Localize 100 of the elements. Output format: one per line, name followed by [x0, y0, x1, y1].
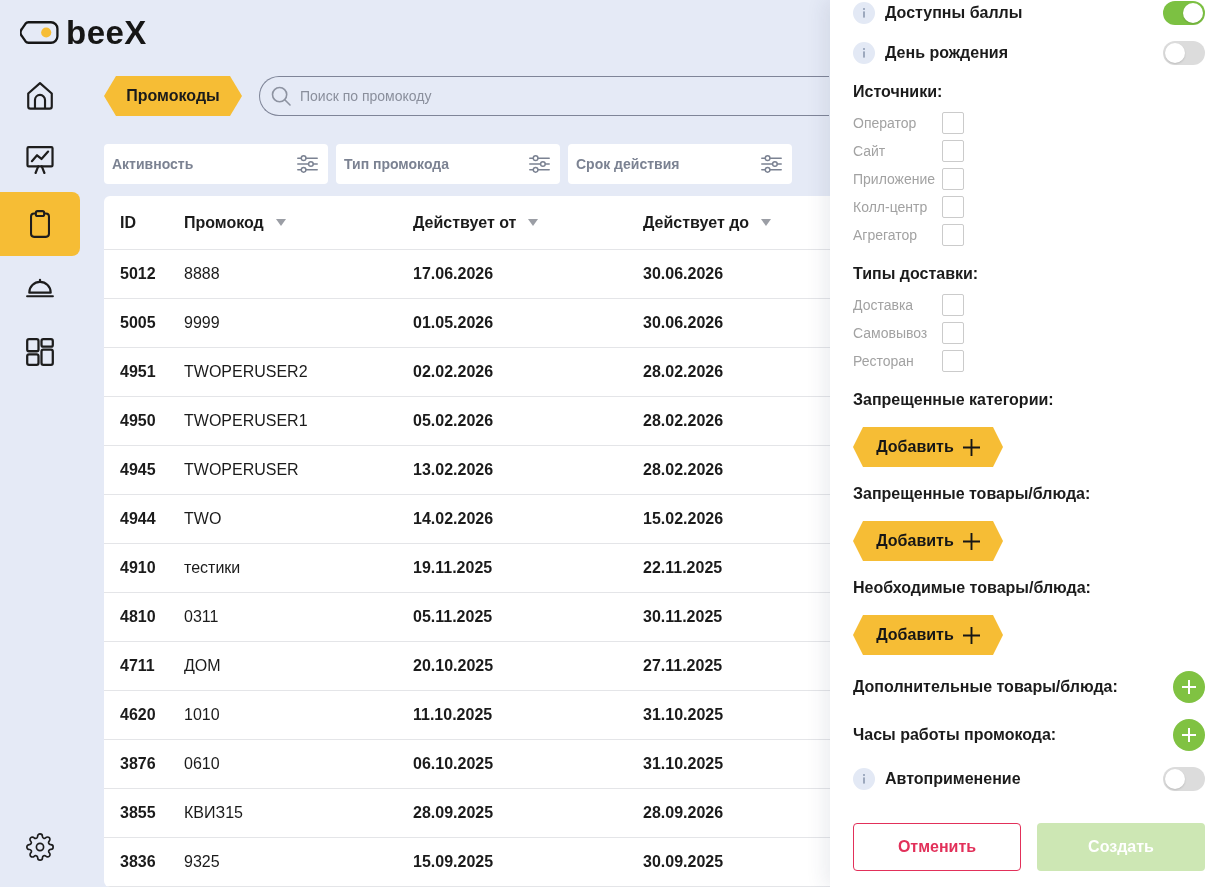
table-cell: 4910: [120, 559, 156, 577]
checkbox[interactable]: [942, 322, 964, 344]
table-cell: 05.02.2026: [413, 412, 494, 430]
section-heading: Дополнительные товары/блюда:: [853, 677, 1118, 697]
table-cell: 30.09.2025: [643, 853, 724, 871]
info-icon: [853, 768, 875, 790]
sliders-icon: [297, 155, 318, 173]
sort-icon[interactable]: [528, 219, 539, 226]
grid-icon: [26, 338, 54, 366]
sort-icon[interactable]: [275, 219, 286, 226]
table-cell: 5005: [120, 314, 156, 332]
add-button[interactable]: [1173, 671, 1205, 703]
table-cell: 15.02.2026: [643, 510, 724, 528]
sliders-icon: [761, 155, 782, 173]
table-cell: 01.05.2026: [413, 314, 494, 332]
table-cell: 28.02.2026: [643, 461, 724, 479]
sort-icon[interactable]: [761, 219, 772, 226]
search-field[interactable]: Поиск по промокоду: [259, 76, 829, 116]
table-cell: 4810: [120, 608, 156, 626]
table-cell: TWOPERUSER1: [184, 412, 308, 430]
option-label: Колл-центр: [853, 199, 929, 215]
toggle-switch[interactable]: [1163, 767, 1205, 791]
table-cell: 9999: [184, 314, 220, 332]
section-heading: Необходимые товары/блюда:: [853, 578, 1091, 598]
chart-board-icon: [26, 146, 54, 174]
column-header[interactable]: Действует от: [413, 213, 517, 232]
section-heading: Типы доставки:: [853, 264, 979, 284]
table-cell: 02.02.2026: [413, 363, 494, 381]
checkbox[interactable]: [942, 112, 964, 134]
table-cell: 13.02.2026: [413, 461, 494, 479]
table-cell: КВИЗ15: [184, 804, 243, 822]
table-cell: 9325: [184, 853, 220, 871]
logo-text: beeX: [66, 15, 147, 49]
table-cell: 0610: [184, 755, 220, 773]
table-cell: TWOPERUSER2: [184, 363, 308, 381]
checkbox[interactable]: [942, 168, 964, 190]
table-cell: 19.11.2025: [413, 559, 493, 577]
table-cell: 30.11.2025: [643, 608, 723, 626]
filter-select[interactable]: Срок действия: [568, 144, 792, 184]
toggle-switch[interactable]: [1163, 41, 1205, 65]
section-heading: Запрещенные категории:: [853, 390, 1054, 410]
search-icon: [271, 86, 291, 106]
table-cell: 28.02.2026: [643, 363, 724, 381]
section-tab[interactable]: Промокоды: [104, 76, 242, 116]
toggle-switch[interactable]: [1163, 1, 1205, 25]
table-cell: 15.09.2025: [413, 853, 494, 871]
table-cell: 22.11.2025: [643, 559, 723, 577]
column-header[interactable]: Действует до: [643, 213, 750, 232]
section-heading: Часы работы промокода:: [853, 725, 1057, 745]
info-icon: [853, 2, 875, 24]
table-cell: 8888: [184, 265, 220, 283]
checkbox[interactable]: [942, 140, 964, 162]
table-cell: 30.06.2026: [643, 314, 724, 332]
column-header[interactable]: Промокод: [184, 213, 264, 232]
setting-label: День рождения: [885, 44, 1008, 62]
table-cell: 3855: [120, 804, 156, 822]
table-cell: ДОМ: [184, 657, 221, 675]
option-label: Оператор: [853, 115, 918, 131]
section-heading: Запрещенные товары/блюда:: [853, 484, 1091, 504]
checkbox[interactable]: [942, 294, 964, 316]
table-cell: 30.06.2026: [643, 265, 724, 283]
table-cell: 4945: [120, 461, 156, 479]
plus-icon: [1182, 728, 1196, 742]
table-cell: 14.02.2026: [413, 510, 494, 528]
plus-icon: [962, 626, 980, 644]
home-icon: [26, 82, 54, 110]
table-cell: 20.10.2025: [413, 657, 494, 675]
add-button[interactable]: Добавить: [853, 521, 1003, 561]
settings-icon: [26, 833, 54, 861]
filter-select[interactable]: Тип промокода: [336, 144, 560, 184]
table-cell: 3836: [120, 853, 156, 871]
option-label: Сайт: [853, 143, 887, 159]
nav-item[interactable]: [0, 192, 80, 256]
table-cell: 4620: [120, 706, 156, 724]
table-cell: 4951: [120, 363, 156, 381]
table-cell: 3876: [120, 755, 156, 773]
section-heading: Источники:: [853, 82, 943, 102]
option-label: Самовывоз: [853, 325, 929, 341]
table-cell: 27.11.2025: [643, 657, 723, 675]
table-cell: 05.11.2025: [413, 608, 493, 626]
checkbox[interactable]: [942, 224, 964, 246]
table-cell: 28.09.2025: [413, 804, 494, 822]
table-cell: 31.10.2025: [643, 755, 724, 773]
table-cell: 1010: [184, 706, 220, 724]
info-icon: [853, 42, 875, 64]
filter-select[interactable]: Активность: [104, 144, 328, 184]
cancel-button[interactable]: Отменить: [853, 823, 1021, 871]
plus-icon: [1182, 680, 1196, 694]
add-button[interactable]: Добавить: [853, 615, 1003, 655]
setting-label: Автоприменение: [885, 770, 1021, 788]
setting-label: Доступны баллы: [885, 4, 1023, 22]
add-button[interactable]: [1173, 719, 1205, 751]
table-cell: тестики: [184, 559, 241, 577]
table-cell: 4944: [120, 510, 156, 528]
checkbox[interactable]: [942, 350, 964, 372]
checkbox[interactable]: [942, 196, 964, 218]
table-cell: 0311: [184, 608, 219, 626]
table-cell: TWOPERUSER: [184, 461, 299, 479]
add-button[interactable]: Добавить: [853, 427, 1003, 467]
option-label: Приложение: [853, 171, 937, 187]
